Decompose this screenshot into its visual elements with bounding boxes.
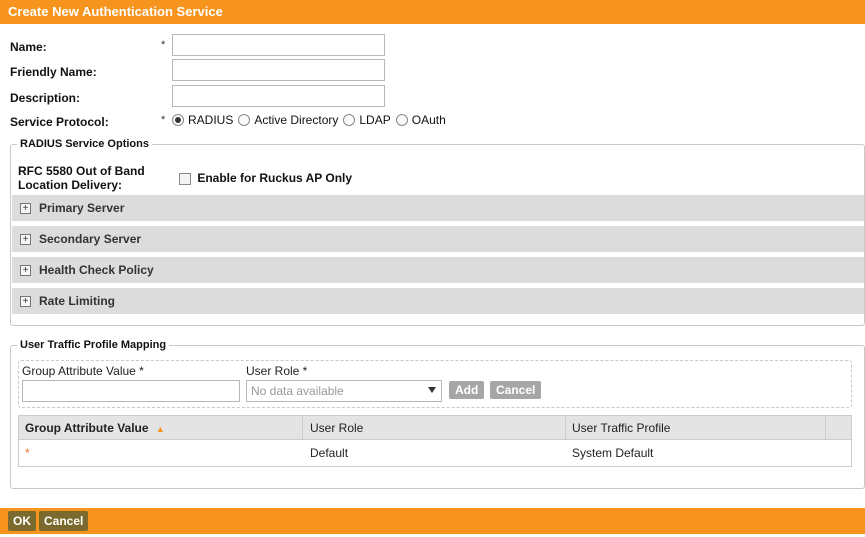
sort-ascending-icon[interactable]: ▲ — [156, 424, 165, 434]
expand-plus-icon[interactable]: + — [20, 202, 31, 214]
enable-ruckus-checkbox-wrap: Enable for Ruckus AP Only — [179, 171, 352, 185]
dialog-title: Create New Authentication Service — [8, 4, 223, 19]
friendly-name-input[interactable] — [172, 59, 385, 81]
expand-plus-icon[interactable]: + — [20, 295, 31, 307]
section-secondary-server-label: Secondary Server — [39, 232, 142, 246]
active-directory-radio-label[interactable]: Active Directory — [254, 113, 338, 127]
group-attribute-input[interactable] — [22, 380, 240, 402]
oauth-radio-label[interactable]: OAuth — [412, 113, 446, 127]
column-divider — [302, 416, 303, 440]
column-divider — [825, 416, 826, 440]
active-directory-radio[interactable] — [238, 114, 251, 126]
oauth-radio[interactable] — [395, 114, 408, 126]
friendly-name-label: Friendly Name: — [10, 65, 97, 79]
expand-plus-icon[interactable]: + — [20, 264, 31, 276]
name-label: Name: — [10, 40, 47, 54]
ok-button[interactable]: OK — [8, 511, 36, 531]
section-health-check-policy[interactable]: + Health Check Policy — [12, 257, 864, 283]
section-primary-server[interactable]: + Primary Server — [12, 195, 864, 221]
description-label: Description: — [10, 91, 81, 105]
name-input[interactable] — [172, 34, 385, 56]
group-attribute-label: Group Attribute Value * — [22, 364, 144, 378]
radius-radio[interactable] — [172, 114, 184, 126]
column-header-group-attribute[interactable]: Group Attribute Value ▲ — [25, 421, 165, 435]
cancel-button[interactable]: Cancel — [39, 511, 89, 531]
rfc5580-label-line2: Location Delivery: — [18, 178, 123, 192]
radius-options-legend: RADIUS Service Options — [20, 138, 149, 150]
ldap-radio-label[interactable]: LDAP — [359, 113, 390, 127]
user-role-select[interactable]: No data available — [246, 380, 442, 402]
section-health-check-policy-label: Health Check Policy — [39, 263, 154, 277]
name-required-mark: * — [161, 39, 166, 51]
column-header-group-attribute-label: Group Attribute Value — [25, 421, 149, 435]
section-secondary-server[interactable]: + Secondary Server — [12, 226, 864, 252]
enable-ruckus-checkbox[interactable] — [179, 172, 191, 185]
column-header-user-role[interactable]: User Role — [310, 421, 363, 435]
mapping-table-header: Group Attribute Value ▲ User Role User T… — [19, 416, 851, 440]
cell-user-role: Default — [310, 446, 349, 460]
dialog-title-bar: Create New Authentication Service — [0, 0, 865, 24]
user-role-label: User Role * — [246, 364, 308, 378]
chevron-down-icon[interactable] — [428, 387, 436, 393]
cell-user-traffic-profile: System Default — [572, 446, 654, 460]
add-mapping-button[interactable]: Add — [449, 381, 485, 399]
rfc5580-label: RFC 5580 Out of Band Location Delivery: — [18, 164, 145, 192]
ldap-radio[interactable] — [343, 114, 356, 126]
cell-group-attribute: * — [25, 446, 30, 460]
section-rate-limiting-label: Rate Limiting — [39, 294, 116, 308]
expand-plus-icon[interactable]: + — [20, 233, 31, 245]
column-header-user-traffic-profile[interactable]: User Traffic Profile — [572, 421, 670, 435]
section-primary-server-label: Primary Server — [39, 201, 125, 215]
section-rate-limiting[interactable]: + Rate Limiting — [12, 288, 864, 314]
dialog-footer: OK Cancel — [0, 508, 865, 534]
mapping-table: Group Attribute Value ▲ User Role User T… — [18, 415, 852, 467]
cancel-mapping-button[interactable]: Cancel — [490, 381, 542, 399]
protocol-radio-group: RADIUS Active Directory LDAP OAuth — [172, 113, 451, 127]
mapping-legend: User Traffic Profile Mapping — [20, 339, 167, 351]
radius-radio-label[interactable]: RADIUS — [188, 113, 233, 127]
rfc5580-label-line1: RFC 5580 Out of Band — [18, 164, 145, 178]
column-divider — [565, 416, 566, 440]
user-role-selected: No data available — [251, 384, 344, 398]
service-protocol-label: Service Protocol: — [10, 115, 109, 129]
protocol-required-mark: * — [161, 114, 166, 126]
description-input[interactable] — [172, 85, 385, 107]
enable-ruckus-label[interactable]: Enable for Ruckus AP Only — [197, 171, 352, 185]
